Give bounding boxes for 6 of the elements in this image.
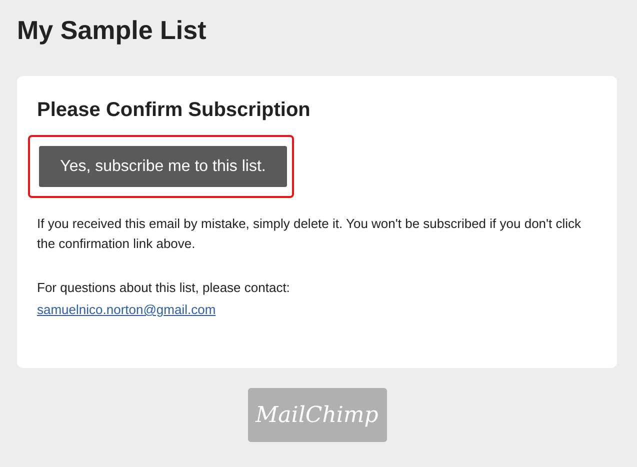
page-title: My Sample List (17, 14, 208, 46)
card-heading: Please Confirm Subscription (37, 98, 312, 123)
notice-text: If you received this email by mistake, simply delete it. You won't be subscribed if you don't click the confirmation link above. (37, 215, 582, 253)
email-link[interactable]: samuelnico.norton@gmail.com (37, 302, 216, 317)
subscribe-button[interactable]: Yes, subscribe me to this list. (39, 146, 287, 187)
contact-text: For questions about this list, please contact: (37, 279, 291, 297)
